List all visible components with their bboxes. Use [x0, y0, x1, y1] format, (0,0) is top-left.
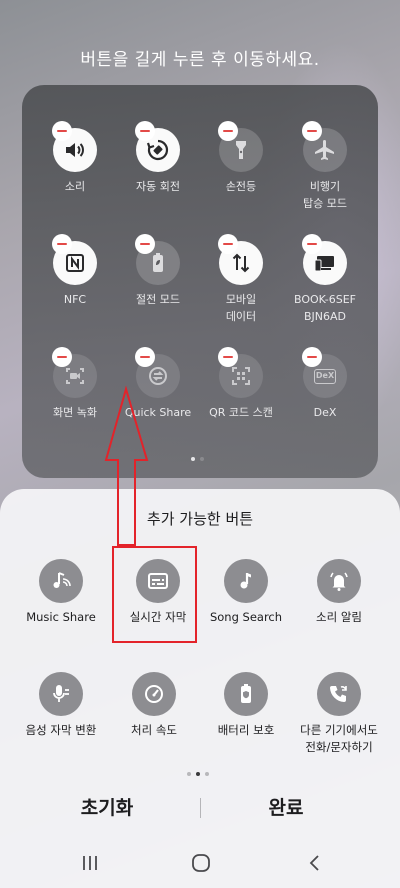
drag-arrow [104, 385, 149, 546]
back-icon [309, 855, 319, 871]
drag-arrow-overlay [104, 385, 149, 546]
reset-button[interactable]: 초기화 [27, 793, 187, 820]
home-button[interactable] [181, 848, 221, 878]
done-button[interactable]: 완료 [206, 793, 366, 820]
navigation-bar [0, 848, 400, 878]
home-icon [192, 854, 210, 872]
action-divider [200, 798, 201, 818]
recents-icon [83, 856, 97, 870]
back-button[interactable] [294, 848, 334, 878]
recents-button[interactable] [70, 848, 110, 878]
